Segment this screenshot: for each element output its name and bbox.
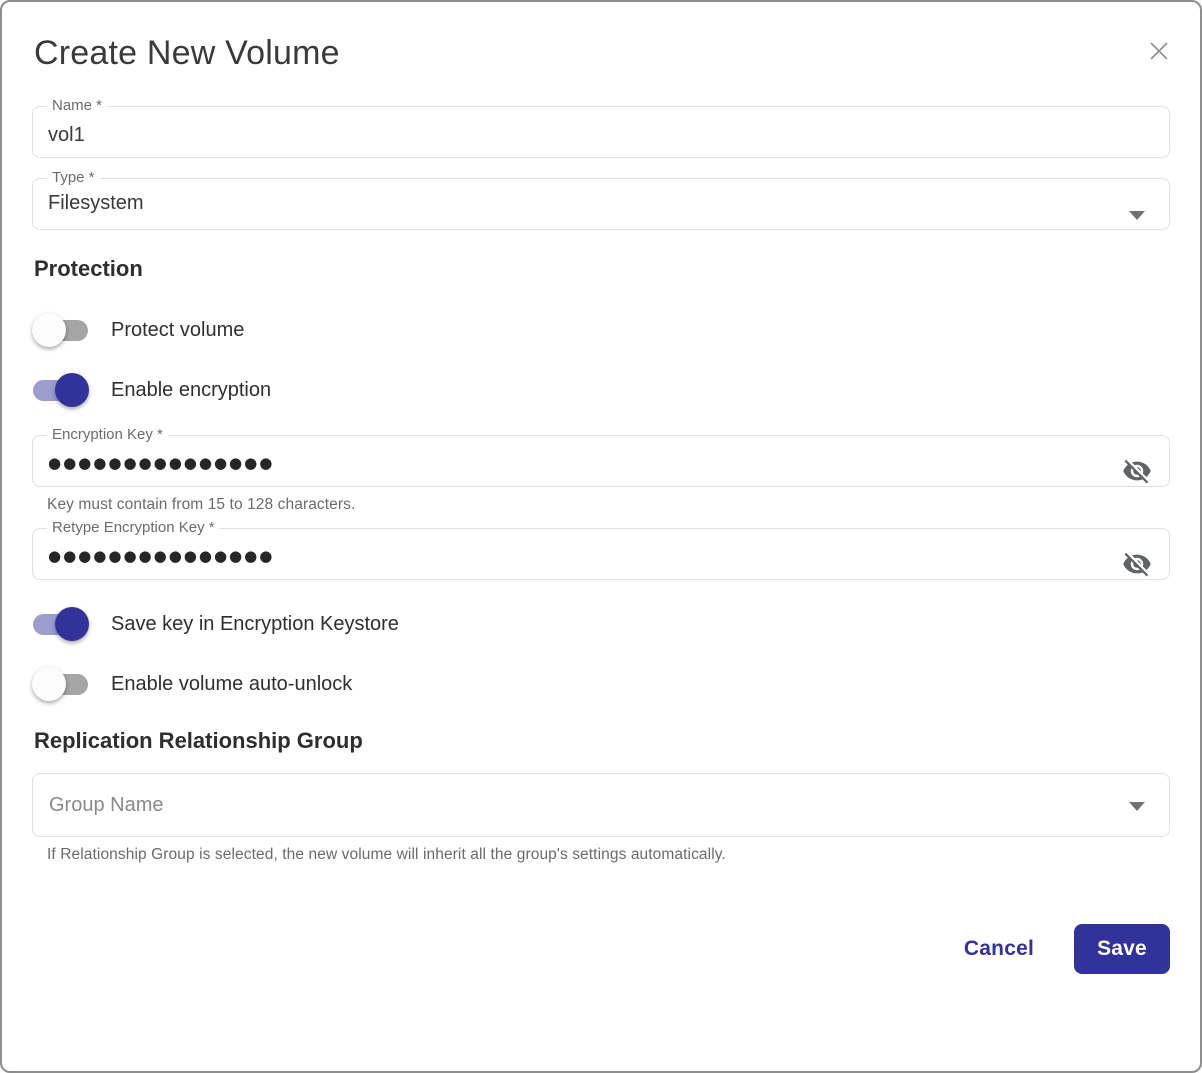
encryption-key-helper-text: Key must contain from 15 to 128 characte… xyxy=(47,496,356,513)
save-key-keystore-toggle[interactable] xyxy=(32,606,89,642)
toggle-thumb xyxy=(55,607,89,641)
protect-volume-row: Protect volume xyxy=(32,312,1170,348)
group-name-helper-text: If Relationship Group is selected, the n… xyxy=(47,846,726,863)
protect-volume-label: Protect volume xyxy=(111,318,245,341)
type-select-value: Filesystem xyxy=(48,192,144,214)
chevron-down-icon xyxy=(1129,802,1145,811)
protection-section-heading: Protection xyxy=(34,256,143,281)
close-button[interactable] xyxy=(1146,38,1172,64)
group-name-placeholder: Group Name xyxy=(49,793,164,816)
auto-unlock-label: Enable volume auto-unlock xyxy=(111,672,353,695)
retype-encryption-key-label: Retype Encryption Key * xyxy=(52,519,215,536)
encryption-key-field[interactable]: Encryption Key * ●●●●●●●●●●●●●●● xyxy=(32,426,1170,487)
toggle-key-visibility-button[interactable] xyxy=(1121,456,1153,488)
save-key-keystore-row: Save key in Encryption Keystore xyxy=(32,606,1170,642)
protect-volume-toggle[interactable] xyxy=(32,312,89,348)
cancel-button[interactable]: Cancel xyxy=(964,937,1034,961)
retype-encryption-key-field[interactable]: Retype Encryption Key * ●●●●●●●●●●●●●●● xyxy=(32,519,1170,580)
enable-encryption-row: Enable encryption xyxy=(32,372,1170,408)
type-select[interactable]: Type * Filesystem xyxy=(32,169,1170,230)
group-name-select[interactable]: Group Name xyxy=(32,773,1170,837)
dialog-footer: Cancel Save xyxy=(32,924,1170,974)
type-select-label: Type * xyxy=(52,169,95,186)
toggle-thumb xyxy=(32,313,66,347)
encryption-key-label: Encryption Key * xyxy=(52,426,163,443)
enable-encryption-toggle[interactable] xyxy=(32,372,89,408)
toggle-thumb xyxy=(32,667,66,701)
toggle-retype-key-visibility-button[interactable] xyxy=(1121,549,1153,581)
name-field-label: Name * xyxy=(52,97,103,114)
create-volume-dialog: Create New Volume Name * vol1 Type * Fil… xyxy=(0,0,1202,1073)
toggle-thumb xyxy=(55,373,89,407)
encryption-key-masked-value: ●●●●●●●●●●●●●●● xyxy=(48,454,275,472)
enable-encryption-label: Enable encryption xyxy=(111,378,272,401)
close-icon xyxy=(1146,42,1172,67)
save-key-keystore-label: Save key in Encryption Keystore xyxy=(111,612,399,635)
chevron-down-icon xyxy=(1129,211,1145,220)
name-field-value: vol1 xyxy=(48,124,85,146)
eye-slash-icon xyxy=(1122,552,1152,582)
auto-unlock-row: Enable volume auto-unlock xyxy=(32,666,1170,702)
save-button[interactable]: Save xyxy=(1074,924,1170,974)
retype-encryption-key-masked-value: ●●●●●●●●●●●●●●● xyxy=(48,547,275,565)
auto-unlock-toggle[interactable] xyxy=(32,666,89,702)
eye-slash-icon xyxy=(1122,459,1152,489)
replication-section-heading: Replication Relationship Group xyxy=(34,728,363,753)
name-field[interactable]: Name * vol1 xyxy=(32,97,1170,158)
dialog-title: Create New Volume xyxy=(34,34,340,72)
